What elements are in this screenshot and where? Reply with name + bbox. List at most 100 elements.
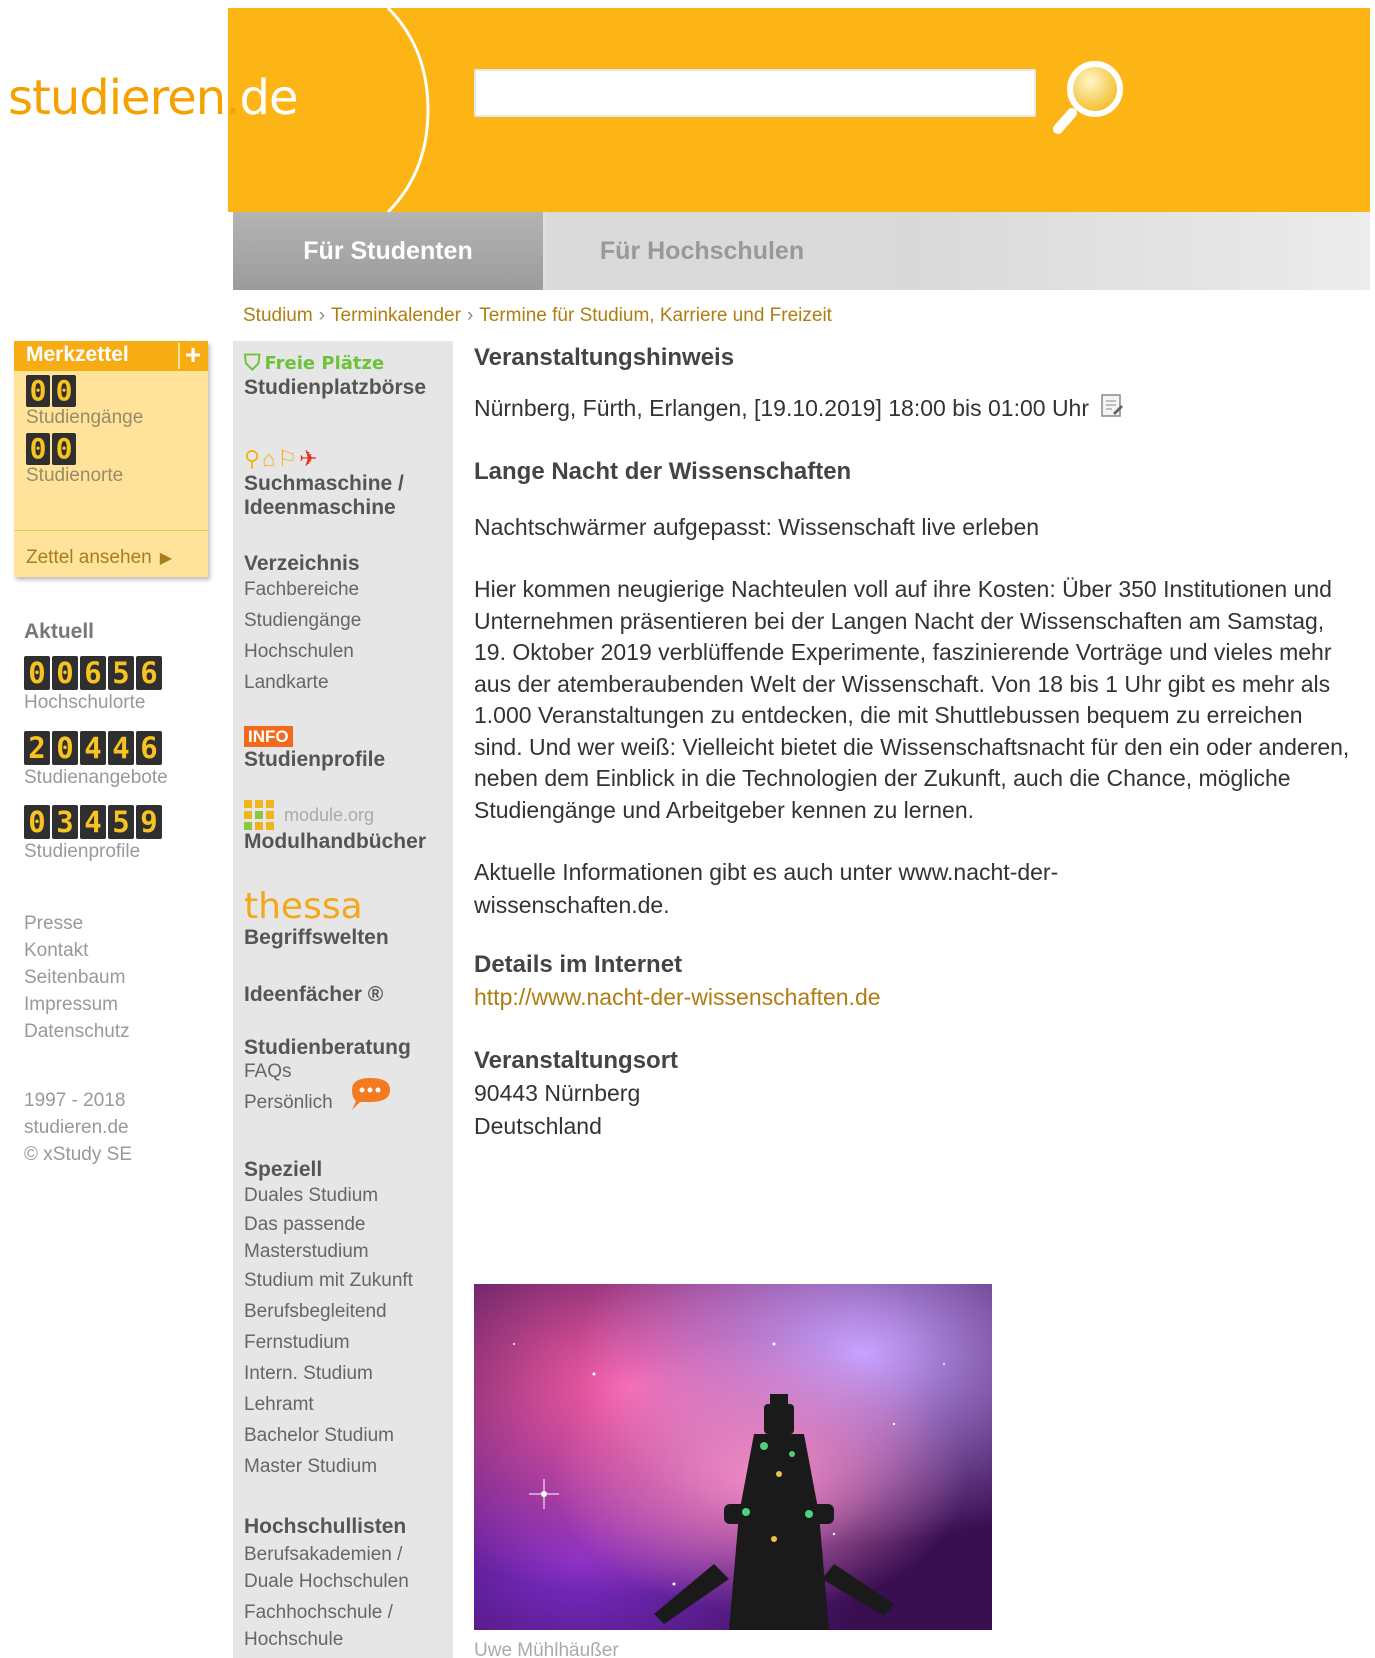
studienplatzboerse-label: Studienplatzbörse [244,376,427,399]
nav-bachelor-studium[interactable]: Bachelor Studium [244,1420,414,1451]
nav-fachhochschule[interactable]: Fachhochschule / Hochschule [244,1599,444,1653]
thessa-logo: thessa [244,886,363,927]
zettel-ansehen-label: Zettel ansehen [26,547,152,568]
counter-digit: 0 [52,375,76,407]
nav-intern-studium[interactable]: Intern. Studium [244,1358,414,1389]
nav-fachbereiche[interactable]: Fachbereiche [244,574,361,605]
counter-digit: 0 [26,433,50,465]
event-url-link[interactable]: http://www.nacht-der-wissenschaften.de [474,981,1354,1014]
counter-digit: 0 [24,805,50,839]
event-content: Veranstaltungshinweis Nürnberg, Fürth, E… [474,341,1354,1143]
breadcrumb-separator: › [318,305,326,326]
counter-digit: 0 [52,433,76,465]
merkzettel-add-button[interactable]: + [178,341,206,369]
merkzettel-title: Merkzettel [26,343,129,366]
nav-studium-mit-zukunft[interactable]: Studium mit Zukunft [244,1265,414,1296]
search-input[interactable] [474,69,1036,117]
ort-line2: Deutschland [474,1113,602,1139]
event-photo [474,1284,992,1630]
counter-digit: 0 [24,656,50,690]
nav-duales-studium[interactable]: Duales Studium [244,1180,414,1211]
counter-digit: 4 [80,731,106,765]
breadcrumb-termine[interactable]: Termine für Studium, Karriere und Freize… [479,305,832,326]
logo-text: studieren. [8,70,240,126]
counter-digit: 9 [136,805,162,839]
link-kontakt[interactable]: Kontakt [24,937,130,964]
ort-heading: Veranstaltungsort [474,1047,679,1074]
link-impressum[interactable]: Impressum [24,991,130,1018]
studienorte-label: Studienorte [26,465,124,486]
zettel-ansehen-link[interactable]: Zettel ansehen ▶ [26,547,172,569]
nav-fernstudium[interactable]: Fernstudium [244,1327,414,1358]
counter-digit: 6 [136,731,162,765]
calendar-export-icon[interactable] [1099,393,1125,419]
nav-verzeichnis: Verzeichnis Fachbereiche Studiengänge Ho… [244,552,361,698]
event-title: Lange Nacht der Wissenschaften [474,458,852,485]
nav-hochschulen[interactable]: Hochschulen [244,636,361,667]
nav-studienprofile[interactable]: INFO Studienprofile [244,726,385,772]
nav-hochschullisten: Hochschullisten Berufsakademien / Duale … [244,1515,444,1653]
stat-studienprofile: 03459 Studienprofile [24,805,162,863]
tab-students[interactable]: Für Studenten [233,212,543,290]
speziell-heading: Speziell [244,1158,323,1181]
nav-berufsbegleitend[interactable]: Berufsbegleitend [244,1296,414,1327]
nav-lehramt[interactable]: Lehramt [244,1389,414,1420]
event-heading: Veranstaltungshinweis [474,344,735,371]
ort-line1: 90443 Nürnberg [474,1080,641,1106]
nav-masterstudium[interactable]: Das passende Masterstudium [244,1211,414,1265]
counter-digit: 0 [26,375,50,407]
nav-suchmaschine[interactable]: ⚲ ⌂ ⚐ ✈ Suchmaschine / Ideenmaschine [244,440,404,520]
nav-master-studium[interactable]: Master Studium [244,1451,414,1482]
studienorte-counter: 00 [26,433,208,465]
nav-studienplatzboerse[interactable]: ⛉ Freie Plätze Studienplatzbörse [244,351,426,400]
details-heading: Details im Internet [474,951,683,978]
nav-studiengaenge[interactable]: Studiengänge [244,605,361,636]
event-info: Aktuelle Informationen gibt es auch unte… [474,859,1059,918]
counter-digit: 0 [52,656,78,690]
counter-digit: 2 [24,731,50,765]
breadcrumb-studium[interactable]: Studium [243,305,313,326]
counter-digit: 4 [108,731,134,765]
link-datenschutz[interactable]: Datenschutz [24,1018,130,1045]
event-when: Nürnberg, Fürth, Erlangen, [19.10.2019] … [474,392,1354,425]
module-grid-icon [244,800,274,830]
tab-hochschulen[interactable]: Für Hochschulen [546,212,858,290]
stat-digits: 00656 [24,656,162,690]
runner-icon: ⚐ [277,446,298,471]
divider [14,530,208,531]
studiengaenge-counter: 00 [26,375,208,407]
stat-label: Studienprofile [24,841,141,862]
plane-icon: ✈ [299,446,318,471]
counter-digit: 0 [52,731,78,765]
hochschullisten-heading: Hochschullisten [244,1515,407,1538]
nav-modulhandbuecher[interactable]: module.org Modulhandbücher [244,800,426,854]
verzeichnis-heading: Verzeichnis [244,552,360,575]
begriffswelten-label: Begriffswelten [244,926,389,949]
merkzettel-box: Merkzettel + 00 Studiengänge 00 Studieno… [14,341,208,577]
nav-landkarte[interactable]: Landkarte [244,667,361,698]
stat-hochschulorte: 00656 Hochschulorte [24,656,162,714]
logo-tld: de [239,70,298,126]
freie-plaetze-label: Freie Plätze [264,353,385,374]
link-presse[interactable]: Presse [24,910,130,937]
modulhandbuecher-label: Modulhandbücher [244,830,426,853]
logo[interactable]: studieren.de [8,70,298,126]
copyright-company: © xStudy SE [24,1144,132,1165]
photo-credit: Uwe Mühlhäußer [474,1640,619,1658]
nav-ideenfaecher[interactable]: Ideenfächer ® [244,983,383,1007]
stat-label: Studienangebote [24,767,168,788]
counter-digit: 5 [108,656,134,690]
module-org-label: module.org [284,804,375,825]
breadcrumb-terminkalender[interactable]: Terminkalender [331,305,461,326]
chat-bubble-icon[interactable] [348,1074,394,1114]
copyright: 1997 - 2018 studieren.de © xStudy SE [24,1087,132,1168]
search-icon[interactable] [1050,55,1130,135]
building-icon: ⌂ [262,446,276,471]
breadcrumb-separator: › [466,305,474,326]
nav-berufsakademien[interactable]: Berufsakademien / Duale Hochschulen [244,1541,444,1595]
ideenfaecher-label: Ideenfächer ® [244,983,384,1006]
breadcrumb: Studium › Terminkalender › Termine für Studi… [243,305,832,327]
link-seitenbaum[interactable]: Seitenbaum [24,964,130,991]
stat-digits: 20446 [24,731,168,765]
nav-begriffswelten[interactable]: thessa Begriffswelten [244,888,389,950]
